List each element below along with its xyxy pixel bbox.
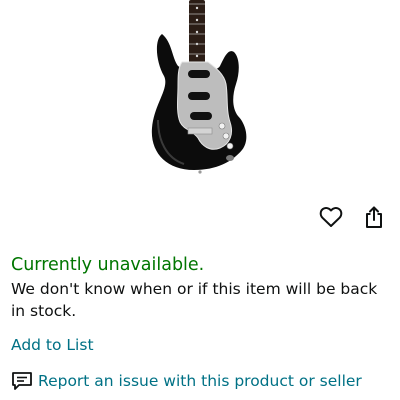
report-issue-link[interactable]: Report an issue with this product or sel… [11,371,362,391]
wishlist-button[interactable] [316,205,346,233]
product-actions [316,205,396,233]
electric-guitar-image [151,0,247,174]
share-button[interactable] [359,205,389,233]
heart-icon [319,206,343,232]
product-image[interactable] [140,0,260,178]
share-icon [364,205,384,233]
report-issue-label: Report an issue with this product or sel… [38,372,362,390]
availability-detail: We don't know when or if this item will … [11,280,378,320]
availability-status: Currently unavailable. [11,255,205,275]
feedback-icon [11,371,33,391]
add-to-list-link[interactable]: Add to List [11,336,94,354]
